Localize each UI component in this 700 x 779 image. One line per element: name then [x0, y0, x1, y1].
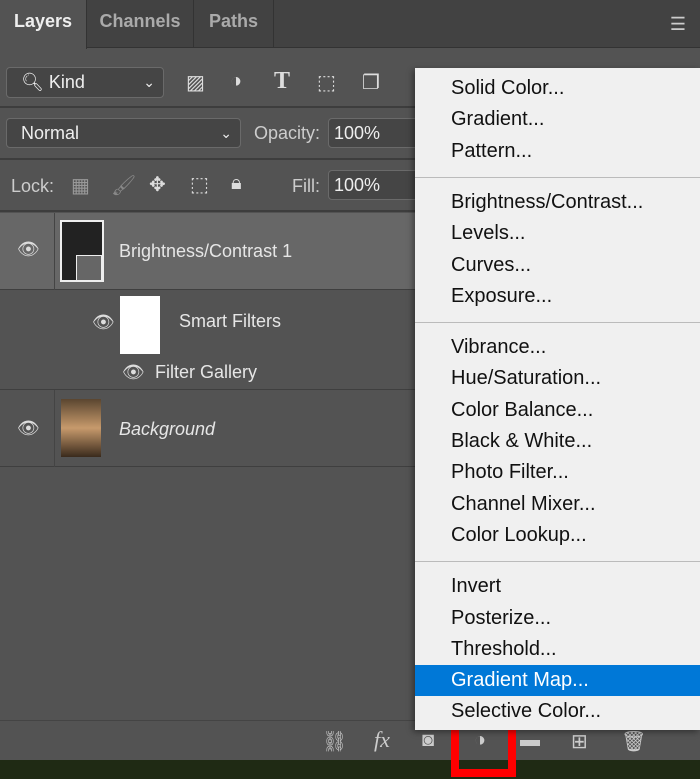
menu-item-photo-filter[interactable]: Photo Filter...: [415, 457, 700, 488]
lock-artboard-icon[interactable]: ⬚: [190, 172, 209, 197]
visibility-eye-icon[interactable]: 👁︎: [122, 362, 145, 383]
menu-item-solid-color[interactable]: Solid Color...: [415, 73, 700, 104]
layer-name[interactable]: Brightness/Contrast 1: [119, 241, 292, 262]
menu-item-selective-color[interactable]: Selective Color...: [415, 696, 700, 727]
blend-mode-value: Normal: [21, 123, 80, 143]
lock-position-move-icon[interactable]: ✥: [149, 172, 166, 197]
layer-thumbnail: [61, 399, 101, 457]
visibility-eye-icon[interactable]: 👁︎: [17, 239, 40, 260]
menu-item-curves[interactable]: Curves...: [415, 250, 700, 281]
menu-separator: [415, 322, 700, 324]
lock-all-icon[interactable]: 🔒︎: [231, 172, 242, 195]
trash-icon[interactable]: 🗑︎: [621, 729, 646, 754]
layer-name[interactable]: Background: [119, 419, 215, 440]
menu-item-color-lookup[interactable]: Color Lookup...: [415, 520, 700, 551]
visibility-eye-icon[interactable]: 👁︎: [92, 312, 115, 333]
fill-value: 100%: [334, 175, 381, 195]
blend-mode-select[interactable]: Normal ⌄: [6, 118, 241, 148]
image-filter-icon[interactable]: ▨: [186, 70, 205, 95]
tab-paths[interactable]: Paths: [194, 0, 274, 48]
menu-item-vibrance[interactable]: Vibrance...: [415, 332, 700, 363]
chevron-down-icon: ⌄: [220, 125, 232, 141]
menu-item-invert[interactable]: Invert: [415, 571, 700, 602]
tab-layers[interactable]: Layers: [0, 0, 87, 49]
menu-item-threshold[interactable]: Threshold...: [415, 634, 700, 665]
menu-item-levels[interactable]: Levels...: [415, 218, 700, 249]
menu-item-channel-mixer[interactable]: Channel Mixer...: [415, 489, 700, 520]
visibility-eye-icon[interactable]: 👁︎: [17, 418, 40, 439]
filter-kind-label: Kind: [48, 72, 85, 92]
menu-separator: [415, 176, 700, 178]
menu-item-gradient[interactable]: Gradient...: [415, 104, 700, 135]
tab-channels[interactable]: Channels: [87, 0, 194, 48]
smart-filters-label: Smart Filters: [179, 311, 282, 331]
chevron-down-icon: ⌄: [143, 74, 155, 90]
opacity-label: Opacity:: [254, 123, 321, 143]
menu-item-brightness-contrast[interactable]: Brightness/Contrast...: [415, 187, 700, 218]
menu-item-posterize[interactable]: Posterize...: [415, 603, 700, 634]
menu-item-gradient-map[interactable]: Gradient Map...: [415, 665, 700, 697]
folder-icon[interactable]: ▬: [520, 729, 540, 752]
filter-kind-select[interactable]: 🔍︎ Kind ⌄: [6, 67, 164, 98]
adjustment-menu: Solid Color... Gradient... Pattern... Brigh…: [415, 68, 700, 730]
shape-filter-icon[interactable]: ⬚: [317, 70, 336, 95]
link-icon[interactable]: ⛓︎: [322, 729, 347, 754]
opacity-value: 100%: [334, 123, 381, 143]
panel-tabs: Layers Channels Paths ☰: [0, 0, 700, 49]
menu-item-exposure[interactable]: Exposure...: [415, 281, 700, 312]
filter-mask-thumbnail: [120, 296, 160, 354]
smart-object-badge-icon: [76, 255, 102, 281]
fill-label: Fill:: [292, 176, 320, 196]
menu-item-hue-saturation[interactable]: Hue/Saturation...: [415, 363, 700, 394]
menu-item-pattern[interactable]: Pattern...: [415, 136, 700, 167]
menu-item-black-white[interactable]: Black & White...: [415, 426, 700, 457]
filter-gallery-label[interactable]: Filter Gallery: [155, 362, 257, 383]
search-icon: 🔍︎: [21, 72, 44, 92]
panel-menu-icon[interactable]: ☰: [670, 14, 686, 35]
type-filter-icon[interactable]: T: [274, 68, 290, 95]
smart-object-filter-icon[interactable]: ❐: [362, 70, 380, 95]
fx-icon[interactable]: fx: [374, 727, 390, 753]
new-layer-icon[interactable]: ⊞: [571, 729, 588, 754]
fill-input[interactable]: 100%: [328, 170, 428, 200]
menu-item-color-balance[interactable]: Color Balance...: [415, 395, 700, 426]
lock-label: Lock:: [11, 176, 55, 196]
mask-icon[interactable]: ◙: [422, 729, 434, 752]
adjustment-filter-icon[interactable]: ◑: [230, 70, 242, 93]
menu-separator: [415, 561, 700, 563]
opacity-input[interactable]: 100%: [328, 118, 428, 148]
lock-transparency-icon[interactable]: ▦: [71, 173, 90, 198]
lock-pixels-brush-icon[interactable]: 🖌︎: [111, 173, 136, 198]
